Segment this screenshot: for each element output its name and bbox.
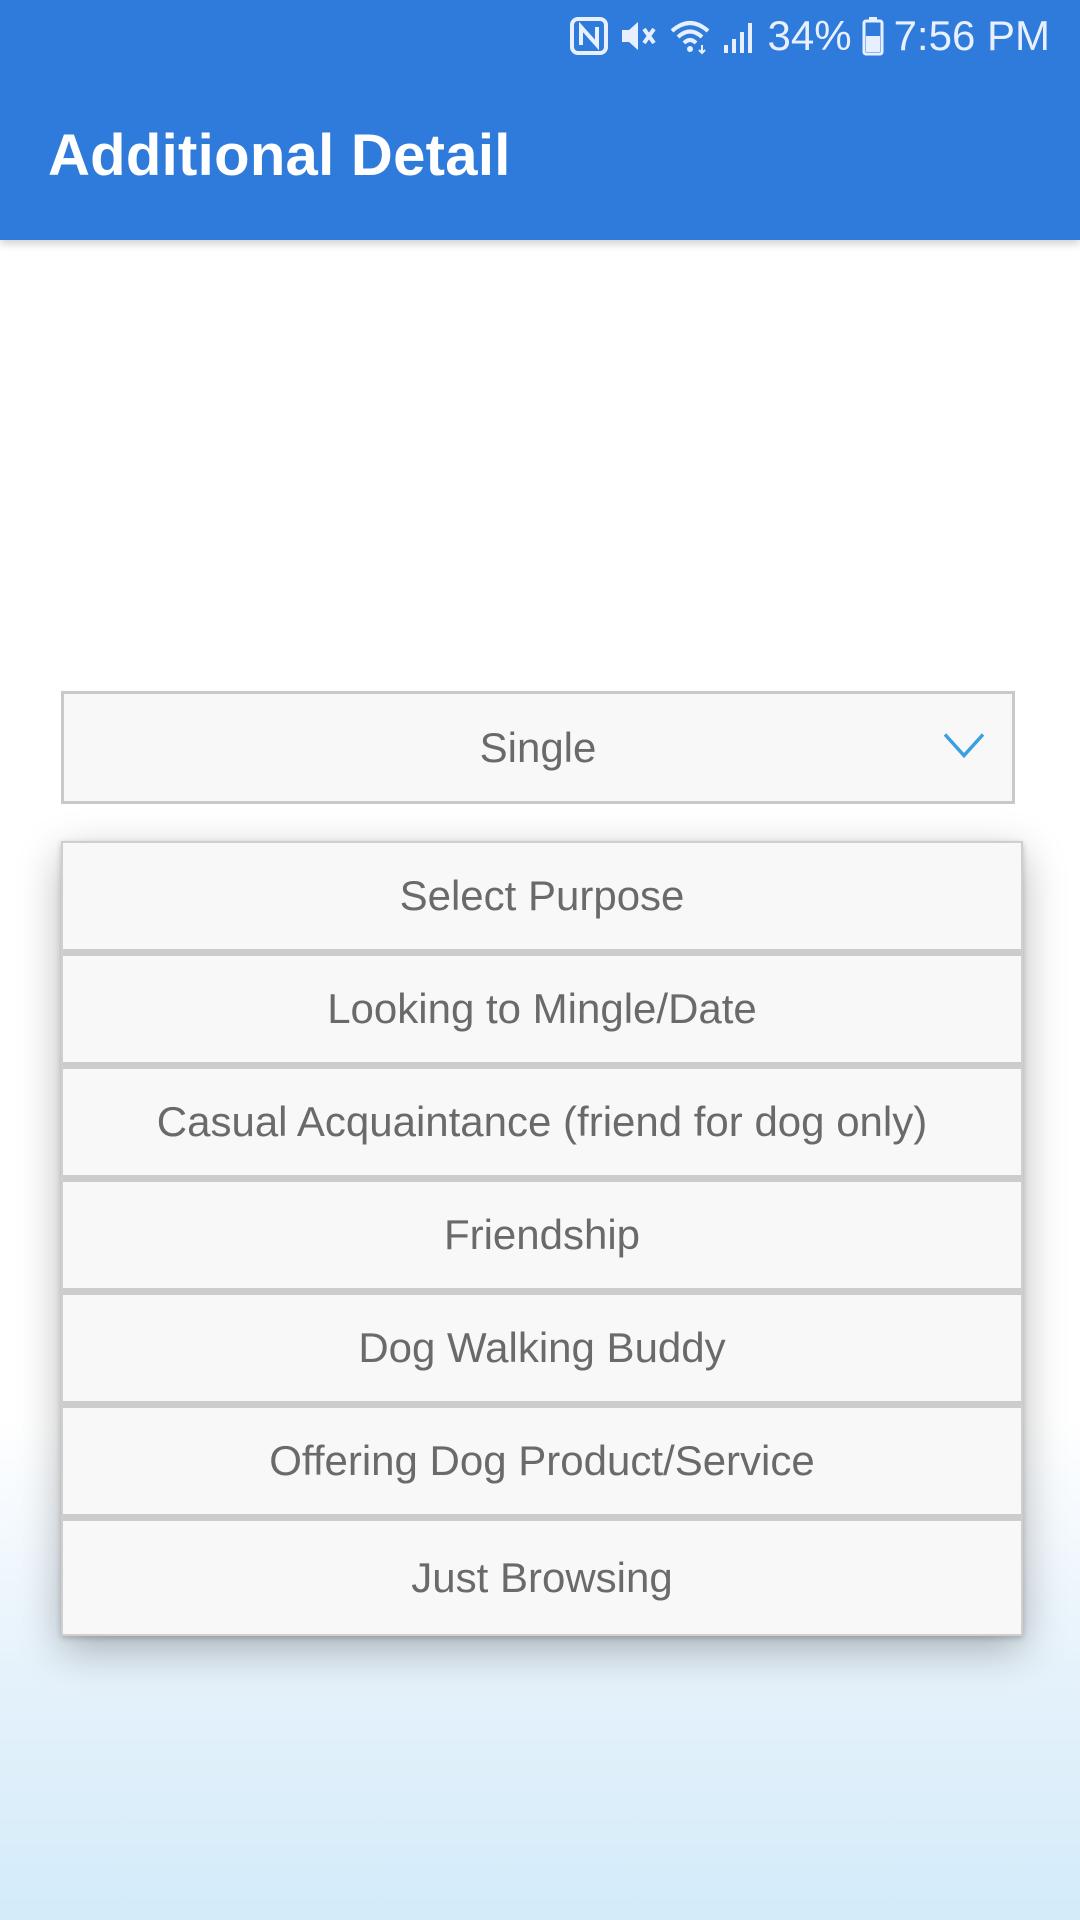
purpose-option-select-purpose[interactable]: Select Purpose xyxy=(63,843,1021,956)
purpose-option-just-browsing[interactable]: Just Browsing xyxy=(63,1521,1021,1634)
purpose-option-dog-product-service[interactable]: Offering Dog Product/Service xyxy=(63,1408,1021,1521)
status-bar: 34% 7:56 PM xyxy=(569,8,1050,64)
signal-icon xyxy=(722,17,758,55)
battery-icon xyxy=(862,16,884,56)
chevron-down-icon xyxy=(942,730,986,765)
battery-percent: 34% xyxy=(767,12,852,59)
relationship-status-select[interactable]: Single xyxy=(61,691,1015,804)
purpose-option-dog-walking-buddy[interactable]: Dog Walking Buddy xyxy=(63,1295,1021,1408)
relationship-status-value: Single xyxy=(479,723,597,771)
purpose-option-friendship[interactable]: Friendship xyxy=(63,1182,1021,1295)
page-title: Additional Detail xyxy=(48,123,511,188)
mute-icon xyxy=(618,17,658,55)
nfc-icon xyxy=(569,17,608,55)
app-bar: 34% 7:56 PM Additional Detail xyxy=(0,0,1080,240)
clock: 7:56 PM xyxy=(893,12,1050,59)
purpose-option-mingle-date[interactable]: Looking to Mingle/Date xyxy=(63,956,1021,1069)
purpose-dropdown-list: Select Purpose Looking to Mingle/Date Ca… xyxy=(61,841,1023,1636)
wifi-icon xyxy=(668,17,712,55)
purpose-option-casual-acquaintance[interactable]: Casual Acquaintance (friend for dog only… xyxy=(63,1069,1021,1182)
